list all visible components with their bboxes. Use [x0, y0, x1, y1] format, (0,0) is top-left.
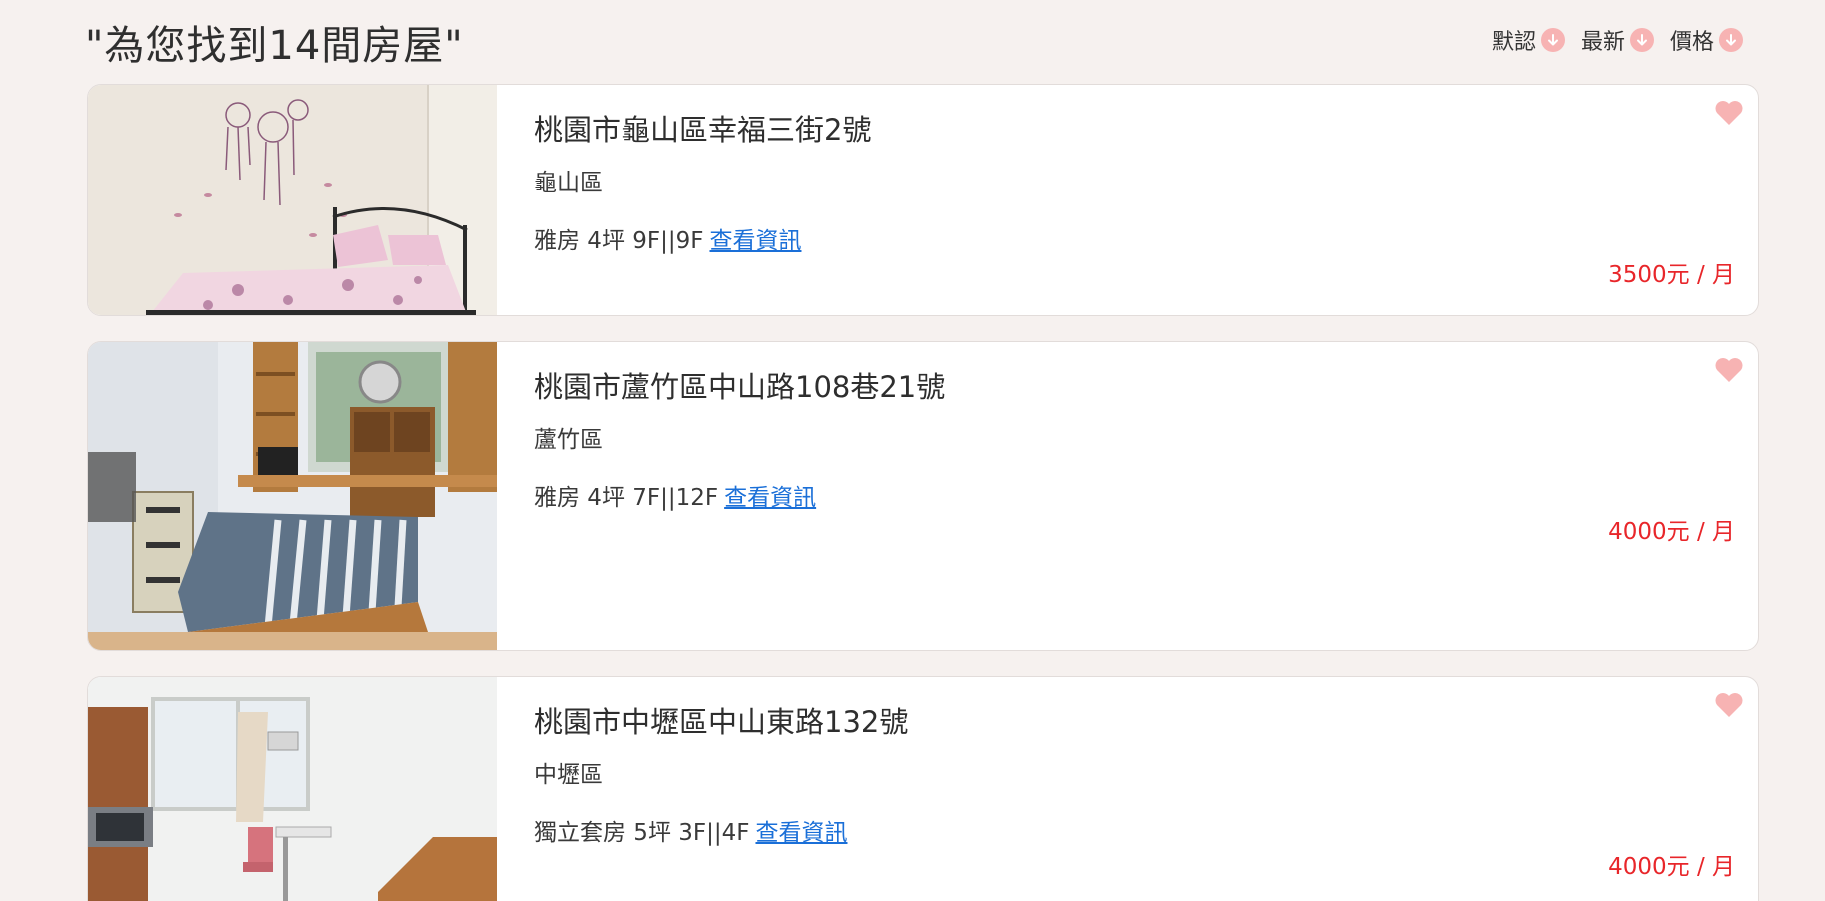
listing-price: 4000元 / 月 [1608, 854, 1735, 880]
sort-newest-label: 最新 [1580, 30, 1625, 55]
sort-price-button[interactable]: 價格 [1670, 24, 1743, 56]
listing-address: 桃園市蘆竹區中山路108巷21號 [534, 370, 946, 404]
results-count-title: "為您找到14間房屋" [85, 23, 464, 69]
listing-card[interactable]: 桃園市中壢區中山東路132號 中壢區 獨立套房 5坪 3F||4F 查看資訊 40… [87, 676, 1759, 901]
heart-icon[interactable] [1714, 691, 1744, 719]
sort-price-label: 價格 [1669, 30, 1714, 55]
listing-address: 桃園市中壢區中山東路132號 [534, 705, 909, 739]
listing-district: 中壢區 [534, 762, 603, 788]
heart-icon[interactable] [1714, 356, 1744, 384]
arrow-down-circle-icon [1629, 28, 1654, 52]
listing-photo[interactable] [88, 85, 497, 315]
listing-details-text: 獨立套房 5坪 3F||4F [534, 820, 750, 846]
sort-default-button[interactable]: 默認 [1492, 24, 1565, 56]
listing-photo[interactable] [88, 342, 497, 650]
listing-details: 雅房 4坪 9F||9F 查看資訊 [534, 221, 801, 255]
view-info-link[interactable]: 查看資訊 [724, 485, 816, 511]
search-results-page: "為您找到14間房屋" 默認 最新 價格 桃園市龜山區幸福三街2號 龜山區 雅房… [0, 0, 1825, 901]
listing-photo[interactable] [88, 677, 497, 901]
view-info-link[interactable]: 查看資訊 [709, 228, 801, 254]
listing-district: 龜山區 [534, 170, 603, 196]
listing-details-text: 雅房 4坪 7F||12F [534, 485, 719, 511]
listing-details: 雅房 4坪 7F||12F 查看資訊 [534, 478, 816, 512]
heart-icon[interactable] [1714, 99, 1744, 127]
listing-price: 3500元 / 月 [1608, 262, 1735, 288]
arrow-down-circle-icon [1540, 28, 1565, 52]
sort-newest-button[interactable]: 最新 [1581, 24, 1654, 56]
listing-details: 獨立套房 5坪 3F||4F 查看資訊 [534, 813, 847, 847]
listing-price: 4000元 / 月 [1608, 519, 1735, 545]
listing-card[interactable]: 桃園市龜山區幸福三街2號 龜山區 雅房 4坪 9F||9F 查看資訊 3500元 … [87, 84, 1759, 316]
listing-card[interactable]: 桃園市蘆竹區中山路108巷21號 蘆竹區 雅房 4坪 7F||12F 查看資訊 4… [87, 341, 1759, 651]
listing-district: 蘆竹區 [534, 427, 603, 453]
sort-bar: 默認 最新 價格 [1492, 24, 1743, 56]
listing-address: 桃園市龜山區幸福三街2號 [534, 113, 872, 147]
sort-default-label: 默認 [1491, 30, 1536, 55]
listing-details-text: 雅房 4坪 9F||9F [534, 228, 704, 254]
view-info-link[interactable]: 查看資訊 [755, 820, 847, 846]
arrow-down-circle-icon [1719, 28, 1743, 52]
